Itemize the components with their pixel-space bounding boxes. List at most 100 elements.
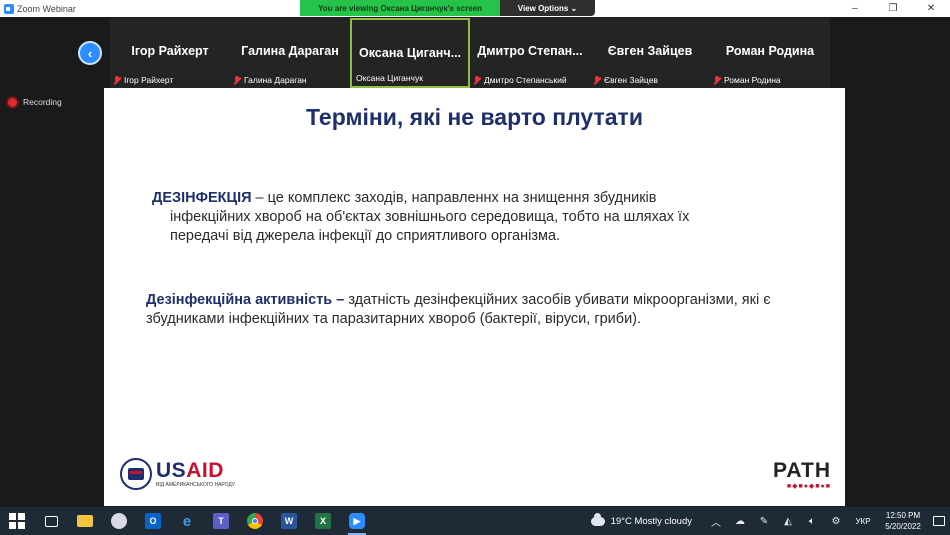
mic-muted-icon (714, 76, 720, 84)
definition-disinfection-activity: Дезінфекційна активність – здатність дез… (146, 291, 816, 329)
previous-page-button[interactable]: ‹ (78, 41, 102, 65)
security-icon[interactable]: ⚙ (824, 516, 848, 527)
notifications-button[interactable] (928, 516, 950, 526)
maximize-button[interactable]: ❐ (874, 0, 912, 17)
zoom-button[interactable]: ▶ (340, 507, 374, 535)
task-view-icon (44, 515, 58, 527)
weather-text: 19°C Mostly cloudy (610, 515, 692, 527)
chevron-up-icon[interactable]: ︿ (704, 514, 728, 529)
definition-line: – це комплекс заходів, направленнх на зн… (251, 190, 657, 206)
viewing-banner: You are viewing Оксана Циганчук's screen… (300, 0, 595, 16)
participant-tile-active-speaker[interactable]: Оксана Циганч... Оксана Циганчук (350, 18, 470, 88)
chrome-icon (247, 513, 263, 529)
usaid-logo: USAID ВІД АМЕРИКАНСЬКОГО НАРОДУ (120, 458, 235, 490)
participant-display-name: Оксана Циганч... (358, 46, 462, 60)
participant-strip: Ігор Райхерт Ігор Райхерт Галина Дараган… (110, 18, 830, 88)
participant-display-name: Євген Зайцев (607, 44, 693, 58)
participant-display-name: Ігор Райхерт (131, 44, 209, 58)
cloud-icon (590, 512, 605, 526)
participant-label: Роман Родина (714, 75, 781, 85)
term-disinfection-activity: Дезінфекційна активність – (146, 292, 345, 308)
window-title: Zoom Webinar (17, 3, 76, 14)
usaid-aid: AID (186, 459, 224, 482)
mic-muted-icon (114, 76, 120, 84)
participant-label: Ігор Райхерт (114, 75, 173, 85)
viewing-message: You are viewing Оксана Циганчук's screen (300, 0, 500, 16)
participant-display-name: Роман Родина (725, 44, 815, 58)
shared-screen-slide: Терміни, які не варто плутати ДЕЗІНФЕКЦІ… (104, 88, 845, 506)
close-button[interactable]: ✕ (912, 0, 950, 17)
participant-name: Ігор Райхерт (124, 75, 174, 85)
clock-time: 12:50 PM (885, 511, 921, 520)
definition-line: передачі від джерела інфекції до сприятл… (170, 228, 561, 244)
outlook-button[interactable]: O (136, 507, 170, 535)
excel-button[interactable]: X (306, 507, 340, 535)
participant-tile[interactable]: Ігор Райхерт Ігор Райхерт (110, 18, 230, 88)
word-icon: W (281, 513, 297, 529)
participant-name: Галина Дараган (244, 75, 307, 85)
folder-icon (77, 515, 93, 527)
excel-icon: X (315, 513, 331, 529)
file-explorer-button[interactable] (68, 507, 102, 535)
mic-muted-icon (234, 76, 240, 84)
zoom-icon: ▶ (349, 513, 365, 529)
usaid-text: USAID (156, 460, 235, 481)
teams-icon: T (213, 513, 229, 529)
minimize-button[interactable]: – (836, 0, 874, 17)
participant-display-name: Галина Дараган (241, 44, 339, 58)
view-options-button[interactable]: View Options ⌄ (500, 0, 595, 16)
participant-label: Євген Зайцев (594, 75, 658, 85)
clock[interactable]: 12:50 PM 5/20/2022 (878, 510, 928, 532)
participant-tile[interactable]: Роман Родина Роман Родина (710, 18, 830, 88)
participant-name: Євген Зайцев (604, 75, 658, 85)
tray-icons: ︿ ☁ ✎ ◭ 🔈︎ ⚙ (704, 514, 848, 529)
start-button[interactable] (0, 507, 34, 535)
task-view-button[interactable] (34, 507, 68, 535)
paint-button[interactable] (102, 507, 136, 535)
onedrive-icon[interactable]: ☁ (728, 516, 752, 527)
record-icon (8, 97, 17, 107)
mic-muted-icon (594, 76, 600, 84)
participant-label: Галина Дараган (234, 75, 307, 85)
clock-date: 5/20/2022 (885, 522, 921, 531)
participant-tile[interactable]: Дмитро Степан... Дмитро Степанський (470, 18, 590, 88)
slide-title: Терміни, які не варто плутати (306, 104, 643, 130)
language-indicator[interactable]: УКР (848, 517, 878, 526)
system-tray: 19°C Mostly cloudy ︿ ☁ ✎ ◭ 🔈︎ ⚙ УКР 12:5… (590, 507, 950, 535)
participant-name: Роман Родина (724, 75, 781, 85)
outlook-icon: O (145, 513, 161, 529)
path-pattern: ■◆■●◆■●■ (786, 483, 831, 490)
usaid-subtitle: ВІД АМЕРИКАНСЬКОГО НАРОДУ (156, 482, 236, 488)
participant-tile[interactable]: Галина Дараган Галина Дараган (230, 18, 350, 88)
definition-disinfection: ДЕЗІНФЕКЦІЯ – це комплекс заходів, напра… (152, 189, 812, 246)
participant-label: Оксана Циганчук (356, 73, 423, 83)
chrome-button[interactable] (238, 507, 272, 535)
participant-display-name: Дмитро Степан... (477, 44, 583, 58)
pen-icon[interactable]: ✎ (752, 516, 776, 527)
participant-name: Дмитро Степанський (484, 75, 567, 85)
volume-icon[interactable]: 🔈︎ (800, 516, 824, 527)
participant-name: Оксана Циганчук (356, 73, 423, 83)
usaid-wordmark: USAID ВІД АМЕРИКАНСЬКОГО НАРОДУ (156, 460, 235, 488)
recording-label: Recording (23, 97, 62, 107)
window-controls: – ❐ ✕ (836, 0, 950, 17)
internet-explorer-icon: e (182, 512, 192, 530)
weather-widget[interactable]: 19°C Mostly cloudy (590, 512, 692, 527)
usaid-us: US (156, 459, 187, 482)
recording-indicator[interactable]: Recording (8, 97, 62, 107)
notification-icon (933, 516, 945, 526)
paint-palette-icon (111, 513, 127, 529)
teams-button[interactable]: T (204, 507, 238, 535)
participant-label: Дмитро Степанський (474, 75, 567, 85)
network-icon[interactable]: ◭ (776, 516, 800, 527)
chevron-left-icon: ‹ (87, 45, 93, 61)
internet-explorer-button[interactable]: e (170, 507, 204, 535)
zoom-app-icon (4, 3, 14, 14)
word-button[interactable]: W (272, 507, 306, 535)
term-disinfection: ДЕЗІНФЕКЦІЯ (152, 190, 252, 206)
path-wordmark: PATH (772, 459, 831, 482)
participant-tile[interactable]: Євген Зайцев Євген Зайцев (590, 18, 710, 88)
definition-line: інфекційних хвороб на об'єктах зовнішньо… (170, 209, 690, 225)
path-logo: PATH ■◆■●◆■●■ (772, 459, 831, 491)
usaid-seal-icon (120, 458, 152, 490)
